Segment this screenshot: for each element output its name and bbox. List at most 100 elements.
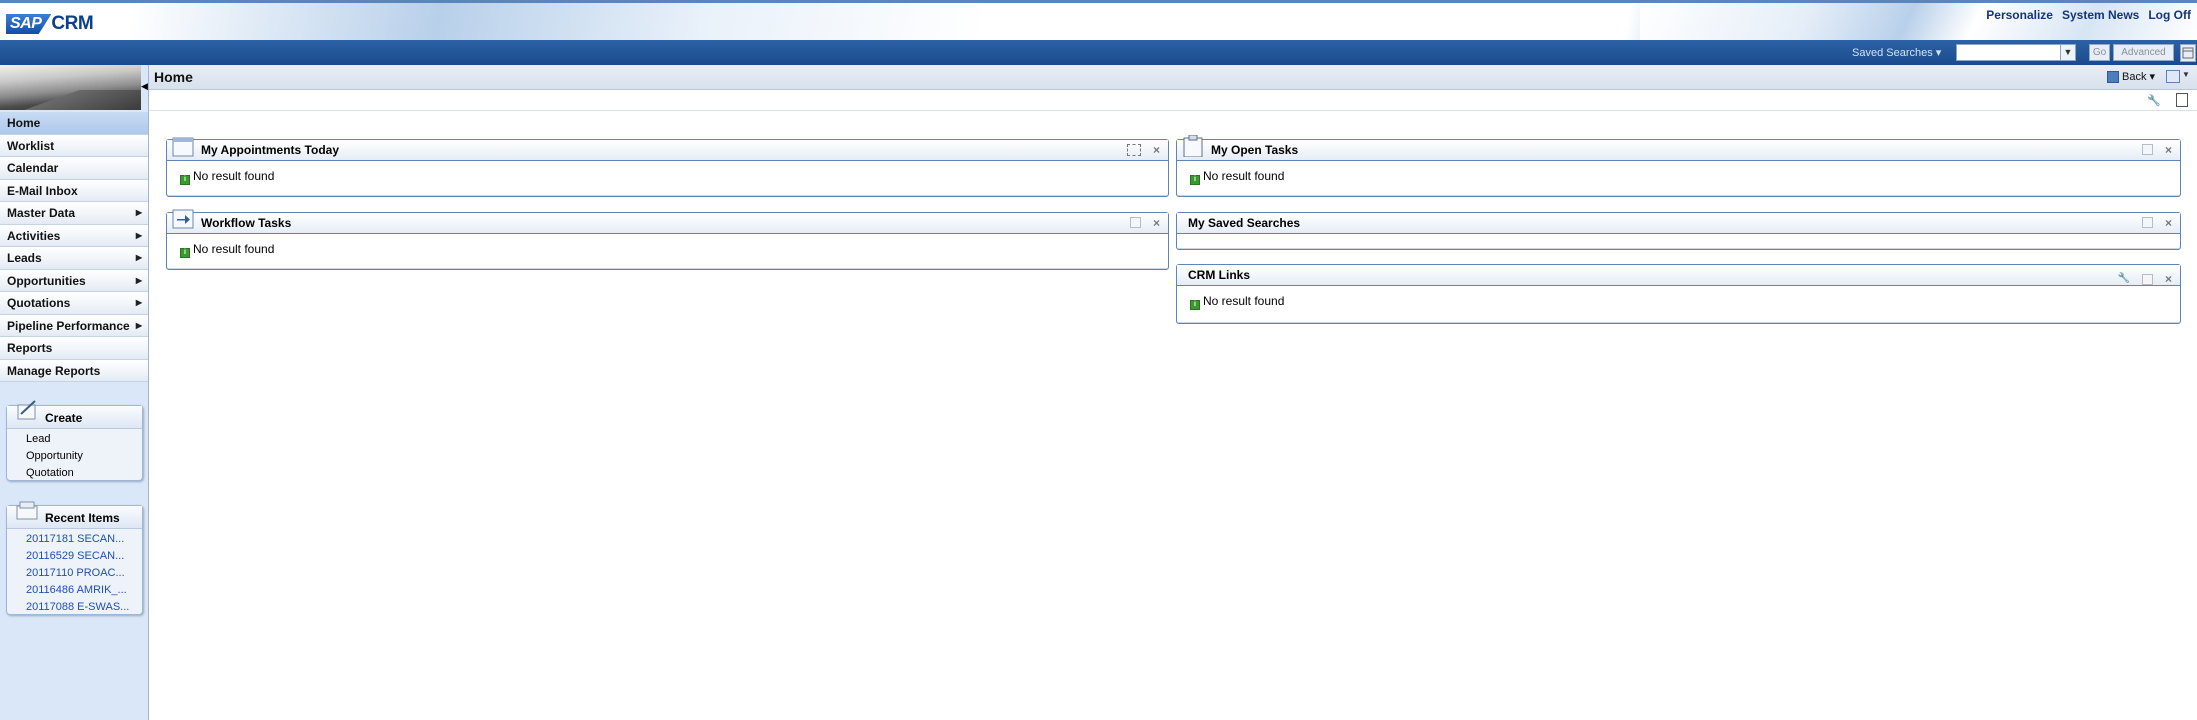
panel-body: i No result found: [1177, 161, 2180, 191]
close-icon[interactable]: ×: [2165, 217, 2172, 229]
nav-item-activities[interactable]: Activities ▶: [0, 224, 148, 247]
panel-body: i No result found: [167, 161, 1168, 191]
minimize-icon[interactable]: [2141, 217, 2153, 228]
calendar-icon[interactable]: [2180, 44, 2196, 62]
submenu-arrow-icon: ▶: [135, 320, 142, 330]
calendar-icon[interactable]: [1126, 144, 1141, 156]
recent-items-box: Recent Items 20117181 SECAN... 20116529 S…: [6, 501, 143, 616]
print-page-icon[interactable]: [2176, 93, 2188, 107]
nav-item-manage-reports[interactable]: Manage Reports: [0, 359, 148, 382]
create-box: Create Lead Opportunity Quotation: [6, 400, 143, 482]
recent-item-link[interactable]: 20117110 PROAC...: [7, 565, 142, 582]
history-chevron-icon[interactable]: ▼: [2182, 70, 2190, 79]
recent-item-link[interactable]: 20117088 E-SWAS...: [7, 599, 142, 616]
saved-searches-dropdown[interactable]: Saved Searches ▾: [1852, 46, 1941, 59]
info-icon: i: [1190, 175, 1200, 185]
panel-header: My Appointments Today ×: [167, 137, 1168, 161]
log-off-link[interactable]: Log Off: [2148, 8, 2191, 22]
create-item-lead[interactable]: Lead: [7, 431, 142, 448]
nav-item-leads[interactable]: Leads ▶: [0, 247, 148, 270]
panel-body: i No result found: [1177, 286, 2180, 316]
no-result-message: No result found: [193, 242, 275, 256]
minimize-icon[interactable]: [2141, 273, 2153, 285]
back-label: Back ▾: [2122, 71, 2156, 83]
history-icon[interactable]: [2166, 70, 2180, 83]
personalize-link[interactable]: Personalize: [1986, 8, 2053, 22]
sap-crm-logo: SAP CRM: [6, 13, 94, 35]
recent-item-link[interactable]: 20117181 SECAN...: [7, 531, 142, 548]
header-links: Personalize System News Log Off: [1986, 8, 2191, 22]
submenu-arrow-icon: ▶: [135, 253, 142, 262]
nav-item-reports[interactable]: Reports: [0, 337, 148, 360]
create-item-opportunity[interactable]: Opportunity: [7, 448, 142, 465]
close-icon[interactable]: ×: [1153, 144, 1160, 156]
nav-item-calendar[interactable]: Calendar: [0, 157, 148, 180]
advanced-button[interactable]: Advanced: [2113, 44, 2174, 61]
clipboard-icon: [1183, 135, 1203, 157]
no-result-message: No result found: [193, 169, 275, 183]
nav-item-quotations[interactable]: Quotations ▶: [0, 292, 148, 315]
left-navigation: ◀ Home Worklist Calendar E-Mail Inbox Master…: [0, 65, 149, 720]
my-open-tasks-panel: My Open Tasks × i No result found: [1176, 135, 2181, 197]
minimize-icon[interactable]: [2141, 144, 2153, 155]
panel-title: My Appointments Today: [201, 143, 339, 157]
nav-item-label: Activities: [7, 228, 61, 243]
close-icon[interactable]: ×: [2165, 273, 2172, 285]
create-box-header: Create: [7, 400, 142, 429]
wrench-icon[interactable]: 🔧: [2118, 269, 2130, 289]
nav-item-label: Home: [7, 116, 41, 130]
nav-item-label: Leads: [7, 251, 42, 265]
collapse-nav-icon[interactable]: ◀: [141, 77, 148, 95]
personalize-page-icon[interactable]: 🔧: [2147, 94, 2161, 107]
recent-item-link[interactable]: 20116486 AMRIK_...: [7, 582, 142, 599]
panel-header: CRM Links 🔧 ×: [1177, 265, 2180, 286]
saved-search-select[interactable]: ▼: [1956, 44, 2076, 61]
panel-title: My Saved Searches: [1188, 216, 1301, 230]
go-button[interactable]: Go: [2089, 44, 2110, 61]
no-result-message: No result found: [1203, 294, 1285, 308]
panel-header: Workflow Tasks ×: [167, 209, 1168, 234]
recent-items-title: Recent Items: [45, 511, 120, 525]
appointments-calendar-icon: [172, 137, 194, 157]
back-button[interactable]: Back ▾: [2107, 70, 2155, 83]
nav-item-home[interactable]: Home: [0, 112, 148, 135]
logo-crm-text: CRM: [51, 13, 94, 34]
submenu-arrow-icon: ▶: [135, 230, 142, 240]
crm-links-panel: CRM Links 🔧 × i No result found: [1176, 264, 2181, 324]
panel-header: My Saved Searches ×: [1177, 213, 2180, 234]
app-header: SAP CRM Personalize System News Log Off: [0, 0, 2197, 40]
nav-item-e-mail-inbox[interactable]: E-Mail Inbox: [0, 179, 148, 202]
submenu-arrow-icon: ▶: [135, 298, 142, 307]
recent-item-link[interactable]: 20116529 SECAN...: [7, 548, 142, 565]
recent-items-header: Recent Items: [7, 501, 142, 529]
no-result-message: No result found: [1203, 169, 1285, 183]
create-box-title: Create: [45, 411, 83, 425]
submenu-arrow-icon: ▶: [135, 208, 142, 217]
nav-item-pipeline-performance[interactable]: Pipeline Performance ▶: [0, 314, 148, 337]
system-news-link[interactable]: System News: [2062, 8, 2139, 22]
saved-search-bar: Saved Searches ▾ ▼ Go Advanced: [0, 40, 2197, 65]
my-saved-searches-panel: My Saved Searches ×: [1176, 212, 2181, 250]
nav-item-label: Opportunities: [7, 273, 86, 288]
nav-item-label: Calendar: [7, 161, 59, 175]
close-icon[interactable]: ×: [2165, 144, 2172, 156]
header-photo: [0, 65, 141, 110]
my-appointments-today-panel: My Appointments Today × i No result found: [166, 137, 1169, 197]
panel-title: Workflow Tasks: [201, 216, 292, 230]
info-icon: i: [1190, 300, 1200, 310]
workflow-arrow-icon: [172, 209, 194, 229]
page-title: Home: [154, 69, 193, 85]
nav-item-label: E-Mail Inbox: [7, 183, 78, 198]
nav-list: Home Worklist Calendar E-Mail Inbox Master D…: [0, 112, 148, 382]
nav-item-worklist[interactable]: Worklist: [0, 134, 148, 157]
submenu-arrow-icon: ▶: [135, 275, 142, 285]
recent-items-icon: [16, 501, 38, 520]
minimize-icon[interactable]: [1129, 217, 1141, 228]
chevron-down-icon[interactable]: ▼: [2060, 45, 2075, 60]
close-icon[interactable]: ×: [1153, 217, 1160, 229]
create-item-quotation[interactable]: Quotation: [7, 465, 142, 482]
nav-item-opportunities[interactable]: Opportunities ▶: [0, 269, 148, 292]
nav-item-master-data[interactable]: Master Data ▶: [0, 202, 148, 225]
nav-item-label: Worklist: [7, 138, 55, 153]
page-toolbar: 🔧: [149, 90, 2197, 111]
